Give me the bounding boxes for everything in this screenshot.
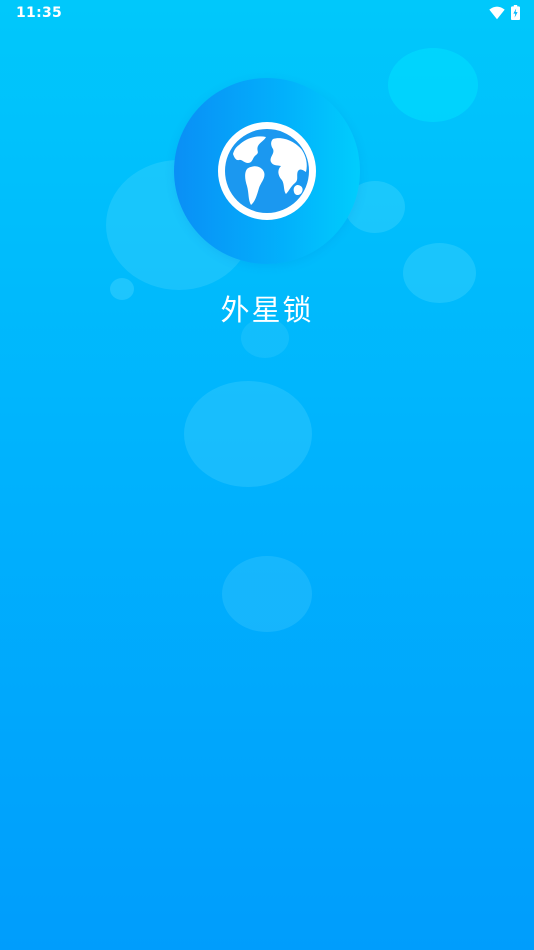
app-logo (174, 78, 360, 264)
background-bubble (184, 381, 312, 487)
battery-charging-icon (511, 5, 520, 20)
status-bar: 11:35 (0, 0, 534, 28)
globe-icon (218, 122, 316, 220)
wifi-icon (489, 6, 505, 19)
splash-screen: 11:35 外星锁 (0, 0, 534, 950)
status-time: 11:35 (16, 5, 63, 21)
status-icons (489, 5, 520, 20)
background-bubble (388, 48, 478, 122)
background-bubble (222, 556, 312, 632)
app-name: 外星锁 (220, 293, 314, 327)
